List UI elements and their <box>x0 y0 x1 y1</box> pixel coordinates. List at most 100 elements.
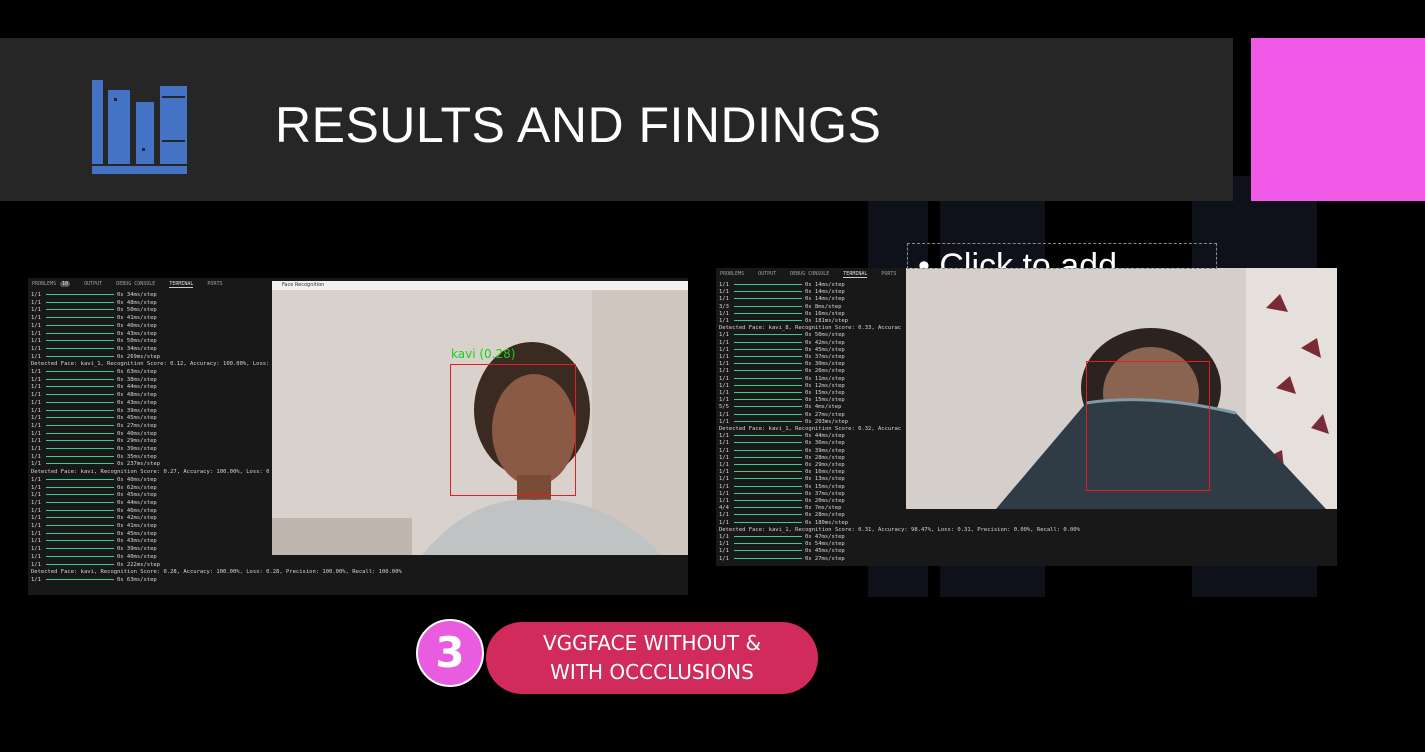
step-number-badge: 3 <box>416 619 484 687</box>
terminal-detection-line: Detected Face: kavi, Recognition Score: … <box>31 469 270 476</box>
terminal-step-line: 1/1 0s 39ms/step <box>31 446 157 454</box>
step-time: 0s 4ms/step <box>805 404 842 411</box>
terminal-step-line: 1/1 0s 237ms/step <box>31 461 160 469</box>
progress-bar <box>734 363 802 365</box>
step-time: 0s 37ms/step <box>805 354 845 360</box>
step-count: 1/1 <box>31 515 41 522</box>
step-time: 0s 43ms/step <box>117 538 157 545</box>
step-time: 0s 44ms/step <box>117 499 157 506</box>
progress-bar <box>46 548 114 550</box>
terminal-tab[interactable]: PROBLEMS <box>720 271 744 277</box>
progress-bar <box>46 371 114 372</box>
progress-bar <box>734 305 802 307</box>
step-count: 1/1 <box>31 484 41 491</box>
terminal-step-line: 1/1 0s 35ms/step <box>31 454 157 462</box>
progress-bar <box>46 301 114 303</box>
terminal-step-line: 1/1 0s 62ms/step <box>31 485 157 493</box>
step-time: 0s 14ms/step <box>805 282 845 288</box>
progress-bar <box>734 456 802 458</box>
terminal-step-line: 1/1 0s 48ms/step <box>31 300 157 308</box>
step-time: 0s 30ms/step <box>805 361 845 368</box>
progress-bar <box>46 332 114 334</box>
step-count: 1/1 <box>31 446 41 452</box>
problems-count-badge: 10 <box>60 281 71 287</box>
step-count: 1/1 <box>31 538 41 545</box>
step-time: 0s 39ms/step <box>117 407 157 414</box>
progress-bar <box>734 478 802 480</box>
step-time: 0s 63ms/step <box>117 369 157 375</box>
step-time: 0s 27ms/step <box>805 411 845 418</box>
terminal-step-line: 1/1 0s 48ms/step <box>31 392 157 400</box>
step-time: 0s 34ms/step <box>117 292 157 298</box>
caption-line-2: WITH OCCCLUSIONS <box>550 660 754 684</box>
terminal-step-line: 1/1 0s 29ms/step <box>31 438 157 446</box>
step-time: 0s 27ms/step <box>117 422 157 429</box>
step-time: 0s 28ms/step <box>805 454 845 461</box>
terminal-tab[interactable]: PORTS <box>881 271 896 277</box>
progress-bar <box>46 324 114 326</box>
terminal-step-line: 1/1 0s 40ms/step <box>31 431 157 439</box>
progress-bar <box>46 309 114 311</box>
progress-bar <box>46 347 114 349</box>
progress-bar <box>734 413 802 415</box>
progress-bar <box>734 284 802 285</box>
progress-bar <box>46 509 114 511</box>
step-time: 0s 40ms/step <box>117 476 157 483</box>
progress-bar <box>734 442 802 444</box>
progress-bar <box>734 464 802 465</box>
step-time: 0s 13ms/step <box>805 476 845 483</box>
progress-bar <box>734 341 802 343</box>
step-time: 0s 48ms/step <box>117 299 157 306</box>
content-placeholder[interactable]: • Click to add <box>907 243 1217 269</box>
step-time: 0s 28ms/step <box>805 512 845 519</box>
progress-bar <box>46 532 114 534</box>
terminal-step-line: 1/1 0s 41ms/step <box>31 315 157 323</box>
terminal-tab[interactable]: PORTS <box>207 281 222 287</box>
progress-bar <box>46 555 114 557</box>
progress-bar <box>46 432 114 434</box>
step-time: 0s 37ms/step <box>805 490 845 497</box>
terminal-step-line: 1/1 0s 38ms/step <box>31 377 157 385</box>
step-time: 0s 34ms/step <box>117 345 157 352</box>
terminal-step-line: 1/1 0s 39ms/step <box>31 546 157 554</box>
progress-bar <box>734 492 802 494</box>
step-time: 0s 269ms/step <box>117 353 161 360</box>
terminal-step-line: 1/1 0s 34ms/step <box>31 292 157 300</box>
progress-bar <box>46 540 114 542</box>
step-time: 0s 7ms/step <box>805 505 842 512</box>
progress-bar <box>734 521 802 523</box>
terminal-tab[interactable]: OUTPUT <box>84 281 102 287</box>
terminal-tab[interactable]: PROBLEMS <box>32 281 56 287</box>
step-time: 0s 44ms/step <box>805 433 845 440</box>
step-time: 0s 27ms/step <box>805 555 845 562</box>
step-count: 1/1 <box>31 299 41 306</box>
step-time: 0s 39ms/step <box>117 546 157 553</box>
step-count: 1/1 <box>31 492 41 499</box>
step-count: 1/1 <box>31 553 41 560</box>
terminal-tab[interactable]: DEBUG CONSOLE <box>116 281 155 287</box>
step-count: 1/1 <box>31 507 41 514</box>
step-count: 1/1 <box>31 292 41 298</box>
progress-bar <box>46 401 114 403</box>
terminal-step-line: 1/1 0s 50ms/step <box>31 307 157 315</box>
step-time: 0s 222ms/step <box>117 561 161 568</box>
progress-bar <box>734 370 802 372</box>
terminal-tab[interactable]: TERMINAL <box>843 271 868 278</box>
step-time: 0s 180ms/step <box>805 519 849 526</box>
terminal-tab[interactable]: OUTPUT <box>758 271 776 277</box>
progress-bar <box>46 386 114 388</box>
caption-line-1: VGGFACE WITHOUT & <box>542 631 762 655</box>
step-time: 0s 43ms/step <box>117 399 157 406</box>
progress-bar <box>46 409 114 411</box>
step-time: 0s 40ms/step <box>117 322 157 329</box>
terminal-tab[interactable]: TERMINAL <box>169 281 194 288</box>
progress-bar <box>734 298 802 300</box>
terminal-tab[interactable]: DEBUG CONSOLE <box>790 271 829 277</box>
terminal-step-line: 1/1 0s 46ms/step <box>31 508 157 516</box>
terminal-step-line: 1/1 0s 44ms/step <box>31 500 157 508</box>
terminal-step-line: 1/1 0s 63ms/step <box>31 369 157 377</box>
progress-bar <box>46 563 114 565</box>
step-time: 0s 14ms/step <box>805 289 845 296</box>
progress-bar <box>734 399 802 401</box>
step-time: 0s 46ms/step <box>117 507 157 514</box>
